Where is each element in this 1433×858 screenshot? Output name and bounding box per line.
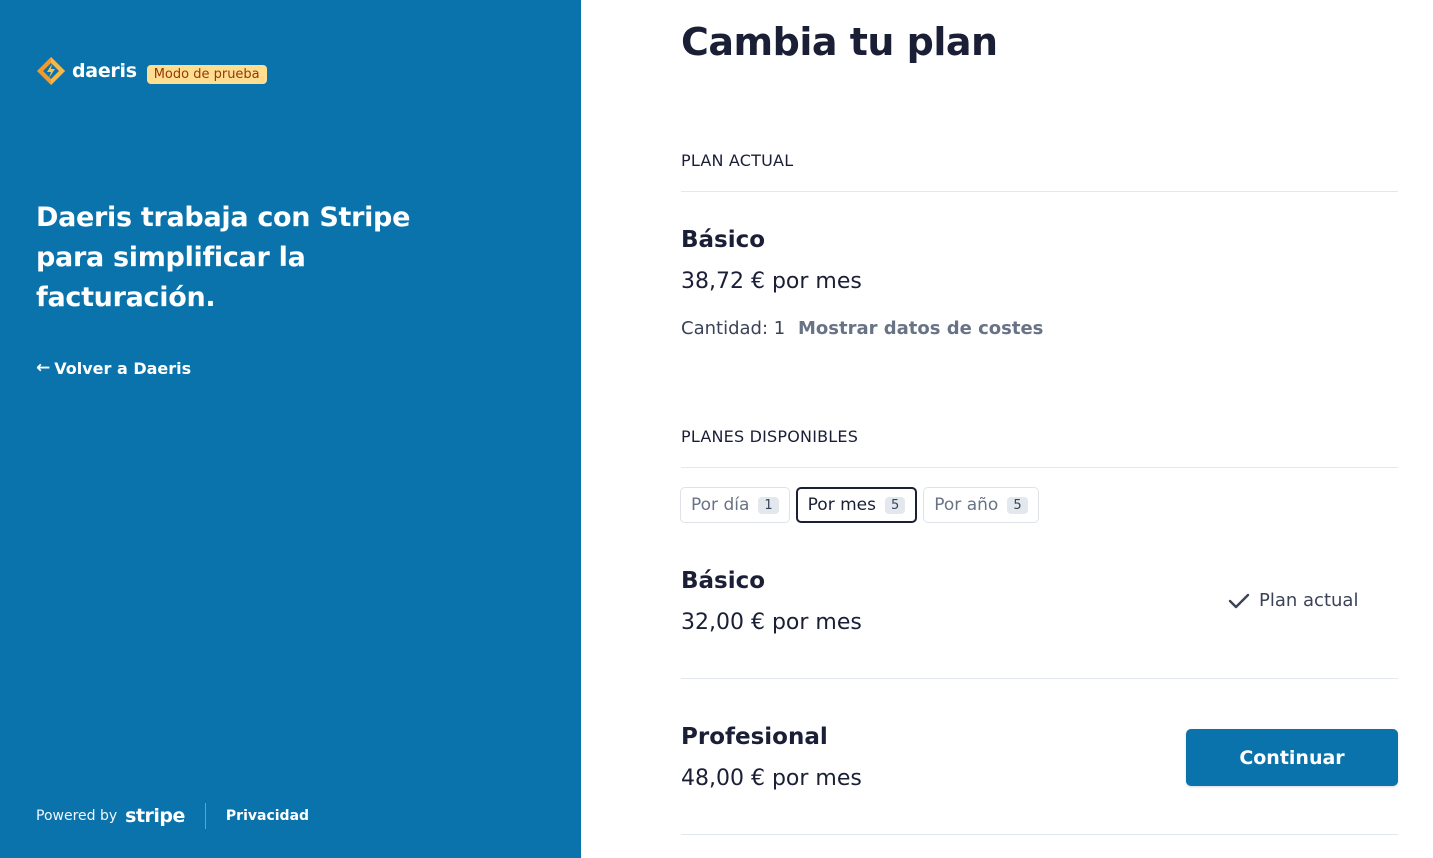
stripe-logo[interactable]: stripe [125,805,185,827]
tab-label: Por día [691,495,750,515]
powered-by-label: Powered by [36,808,118,824]
privacy-link[interactable]: Privacidad [226,808,309,824]
plan-price-professional: 48,00 € por mes [681,766,862,791]
test-mode-badge: Modo de prueba [146,64,267,84]
current-plan-indicator: Plan actual [1228,590,1358,611]
divider [681,191,1398,192]
divider [681,834,1398,835]
diamond-lightning-icon [37,57,65,85]
left-panel: daeris Modo de prueba Daeris trabaja con… [0,0,581,858]
back-link-label: Volver a Daeris [54,358,192,378]
divider [681,467,1398,468]
tab-yearly[interactable]: Por año 5 [923,487,1039,523]
tab-label: Por mes [807,495,876,515]
tab-count-badge: 5 [884,496,906,514]
current-plan-section-label: PLAN ACTUAL [681,151,794,170]
current-plan-quantity: Cantidad: 1 [681,318,786,339]
tab-count-badge: 5 [1007,496,1028,514]
footer-divider [204,803,206,829]
available-plans-section-label: PLANES DISPONIBLES [681,427,859,446]
plan-name-basic: Básico [681,568,766,594]
tab-monthly[interactable]: Por mes 5 [795,487,918,523]
arrow-left-icon: ← [36,358,51,378]
tab-daily[interactable]: Por día 1 [680,487,790,523]
continue-button[interactable]: Continuar [1186,729,1398,786]
current-plan-price: 38,72 € por mes [681,269,862,294]
brand: daeris Modo de prueba [35,55,267,87]
back-link[interactable]: ← Volver a Daeris [36,358,191,378]
tagline: Daeris trabaja con Stripe para simplific… [36,202,411,313]
current-plan-name: Básico [681,227,766,253]
plan-price-basic: 32,00 € por mes [681,610,862,635]
footer: Powered by stripe Privacidad [36,803,309,829]
checkmark-icon [1228,593,1250,608]
tab-count-badge: 1 [758,496,779,514]
show-cost-details-link[interactable]: Mostrar datos de costes [798,318,1043,339]
divider [681,678,1398,679]
brand-name: daeris [72,60,137,82]
current-plan-label: Plan actual [1259,590,1359,611]
billing-interval-tabs: Por día 1 Por mes 5 Por año 5 [680,487,1045,523]
tab-label: Por año [934,495,999,515]
plan-name-professional: Profesional [681,724,828,750]
page-title: Cambia tu plan [681,20,998,64]
